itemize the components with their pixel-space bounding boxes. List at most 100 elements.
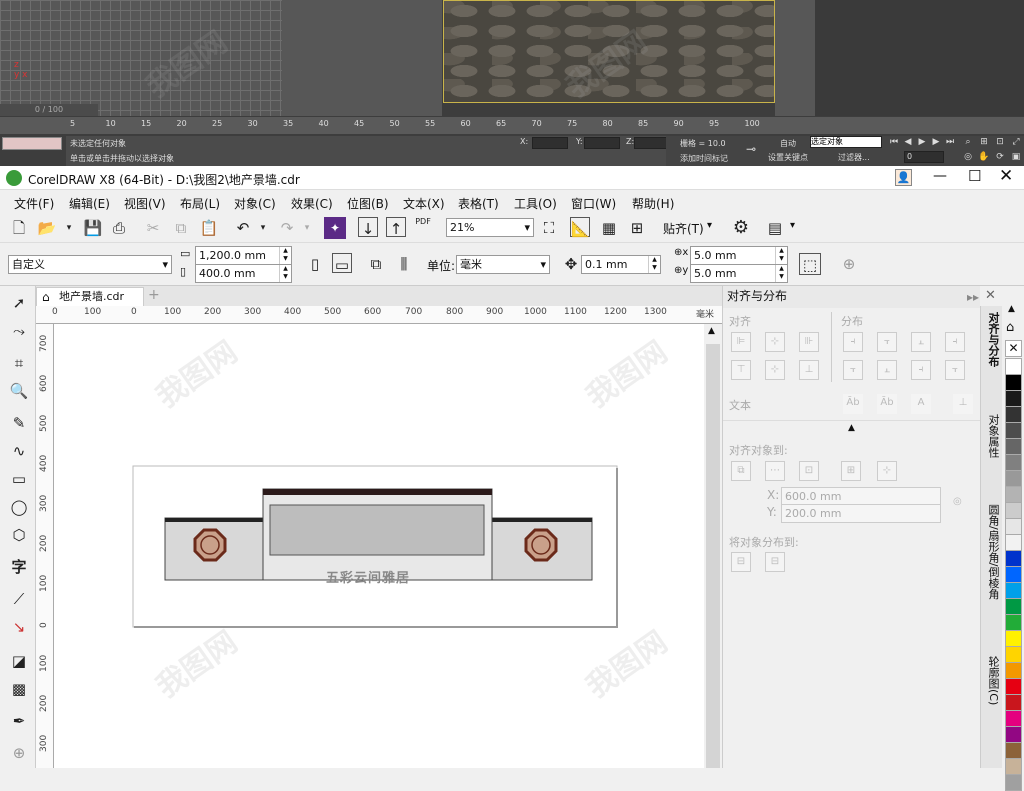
color-swatch[interactable]: [1005, 630, 1022, 647]
key-icon[interactable]: ⊸: [746, 142, 756, 156]
vtab-object-properties[interactable]: 对象属性: [985, 414, 1001, 458]
menu-bitmaps[interactable]: 位图(B): [347, 195, 389, 212]
vtab-align-distribute[interactable]: 对齐与分布: [985, 312, 1001, 367]
menu-table[interactable]: 表格(T): [458, 195, 499, 212]
color-swatch[interactable]: [1005, 502, 1022, 519]
color-swatch[interactable]: [1005, 614, 1022, 631]
pan-icon[interactable]: ✋: [978, 151, 990, 163]
color-swatch[interactable]: [1005, 390, 1022, 407]
color-swatch[interactable]: [1005, 774, 1022, 791]
treat-as-filled-icon[interactable]: ⬚: [799, 253, 821, 275]
maximize-toggle-icon[interactable]: ▣: [1010, 151, 1022, 163]
transparency-icon[interactable]: ▩: [8, 678, 30, 700]
vtab-fillet[interactable]: 圆角/扇形角/倒棱角: [985, 504, 1001, 599]
bounding-box-text-icon[interactable]: A: [911, 394, 931, 414]
selection-set-dropdown[interactable]: 选定对象: [810, 136, 882, 148]
orbit-icon[interactable]: ⟳: [994, 151, 1006, 163]
color-swatch[interactable]: [1005, 406, 1022, 423]
artistic-media-icon[interactable]: ∿: [8, 440, 30, 462]
color-swatch[interactable]: [1005, 662, 1022, 679]
snap-dropdown-arrow-icon[interactable]: ▾: [707, 220, 712, 231]
duplicate-y-field[interactable]: 5.0 mm ▲ ▼: [690, 264, 788, 283]
quick-customize-icon[interactable]: ⊕: [838, 253, 860, 275]
color-swatch[interactable]: [1005, 646, 1022, 663]
docker-expand-icon[interactable]: ▸▸: [967, 287, 979, 307]
crop-tool-icon[interactable]: ⌗: [8, 352, 30, 374]
minimize-icon[interactable]: —: [933, 168, 947, 184]
menu-help[interactable]: 帮助(H): [632, 195, 674, 212]
menu-view[interactable]: 视图(V): [124, 195, 166, 212]
palette-flyout-icon[interactable]: ⌂: [1006, 320, 1014, 335]
open-dropdown-icon[interactable]: ▾: [58, 217, 80, 239]
align-right-icon[interactable]: ⊪: [799, 332, 819, 352]
height-spinner[interactable]: ▲ ▼: [279, 265, 291, 282]
menu-layout[interactable]: 布局(L): [180, 195, 220, 212]
redo-icon[interactable]: ↷: [276, 217, 298, 239]
align-left-icon[interactable]: ⊫: [731, 332, 751, 352]
prev-frame-icon[interactable]: ◀: [902, 136, 914, 148]
color-swatch[interactable]: [1005, 486, 1022, 503]
filter-button[interactable]: 过滤器...: [838, 152, 870, 163]
viewport-grid[interactable]: [0, 0, 282, 116]
distribute-spacing-h-icon[interactable]: ⫠: [911, 332, 931, 352]
text-tool-icon[interactable]: 字: [8, 556, 30, 578]
new-tab-icon[interactable]: +: [148, 287, 160, 303]
ellipse-tool-icon[interactable]: ◯: [8, 496, 30, 518]
color-swatch[interactable]: [1005, 470, 1022, 487]
menu-text[interactable]: 文本(X): [403, 195, 445, 212]
landscape-icon[interactable]: ▭: [332, 253, 352, 274]
page-center-icon[interactable]: ⊡: [799, 461, 819, 481]
zoom-tool-icon[interactable]: 🔍: [8, 380, 30, 402]
coord-z-field[interactable]: [634, 137, 670, 149]
zoom-all-icon[interactable]: ⊞: [978, 136, 990, 148]
polygon-tool-icon[interactable]: ⬡: [8, 524, 30, 546]
menu-tools[interactable]: 工具(O): [514, 195, 557, 212]
active-object-icon[interactable]: ⧉: [731, 461, 751, 481]
show-rulers-icon[interactable]: 📐: [570, 217, 590, 238]
parallel-dimension-icon[interactable]: ⟋: [8, 588, 30, 610]
redo-dropdown-icon[interactable]: ▾: [296, 217, 318, 239]
current-page-icon[interactable]: ⫼: [393, 253, 415, 275]
viewport-side-right[interactable]: [775, 0, 815, 116]
distribute-spacing-v-icon[interactable]: ⫞: [911, 360, 931, 380]
distribute-to-page-icon[interactable]: ⊟: [765, 552, 785, 572]
zoom-level-dropdown[interactable]: 21%: [446, 218, 534, 237]
specified-point-icon[interactable]: ⊹: [877, 461, 897, 481]
next-frame-icon[interactable]: ▶: [930, 136, 942, 148]
align-center-h-icon[interactable]: ⊹: [765, 332, 785, 352]
align-bottom-icon[interactable]: ⊥: [799, 360, 819, 380]
last-line-baseline-icon[interactable]: Āb: [877, 394, 897, 414]
coord-y-field[interactable]: [584, 137, 620, 149]
distribute-right-icon[interactable]: ⫞: [945, 332, 965, 352]
unit-dropdown[interactable]: 毫米: [456, 255, 550, 274]
color-swatch[interactable]: [1005, 518, 1022, 535]
color-swatch[interactable]: [1005, 438, 1022, 455]
zoom-extents-icon[interactable]: ⊡: [994, 136, 1006, 148]
distribute-top-icon[interactable]: ⫟: [843, 360, 863, 380]
add-tool-icon[interactable]: ⊕: [8, 742, 30, 764]
undo-dropdown-icon[interactable]: ▾: [252, 217, 274, 239]
full-screen-preview-icon[interactable]: ⛶: [538, 217, 560, 239]
right-ornament-window[interactable]: [524, 528, 558, 562]
tab-document[interactable]: ⌂ 地产景墙.cdr: [36, 287, 144, 306]
color-swatch[interactable]: [1005, 758, 1022, 775]
vertical-ruler[interactable]: 700 600 500 400 300 200 100 0 100 200 30…: [36, 324, 54, 768]
auto-key-button[interactable]: 自动: [780, 138, 796, 149]
color-swatch[interactable]: [1005, 550, 1022, 567]
search-content-icon[interactable]: ✦: [324, 217, 346, 239]
shape-tool-icon[interactable]: ⤳: [8, 320, 30, 342]
first-line-baseline-icon[interactable]: Āb: [843, 394, 863, 414]
menu-file[interactable]: 文件(F): [14, 195, 54, 212]
maximize-viewport-icon[interactable]: ⤢: [1010, 136, 1022, 148]
maxscript-listener[interactable]: [2, 137, 62, 150]
paste-icon[interactable]: 📋: [198, 217, 220, 239]
undo-icon[interactable]: ↶: [232, 217, 254, 239]
distribute-to-selection-icon[interactable]: ⊟: [731, 552, 751, 572]
add-time-tag[interactable]: 添加时间标记: [680, 153, 728, 164]
color-swatch[interactable]: [1005, 678, 1022, 695]
new-document-icon[interactable]: 🗋: [8, 217, 30, 239]
play-icon[interactable]: ▶: [916, 136, 928, 148]
palette-scroll-up-icon[interactable]: ▲: [1008, 304, 1015, 314]
publish-pdf-icon[interactable]: PDF: [412, 217, 434, 239]
menu-edit[interactable]: 编辑(E): [69, 195, 110, 212]
